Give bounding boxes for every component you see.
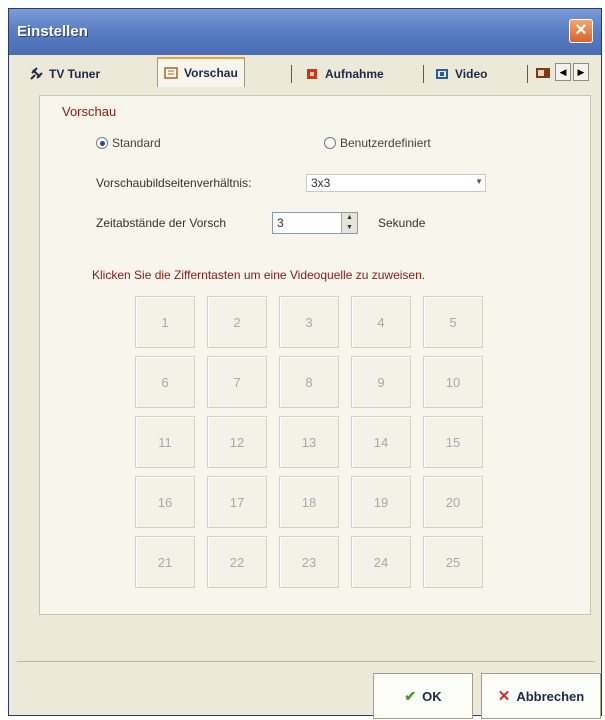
tab-strip: TV Tuner Vorschau Aufnahme Video ◀ ▶ [17,57,601,87]
arrow-left-icon: ◀ [559,67,567,77]
radio-dot [96,137,108,149]
section-title: Vorschau [62,104,117,119]
grid-cell-button[interactable]: 6 [135,356,195,408]
tab-vorschau[interactable]: Vorschau [157,57,245,87]
grid-cell-button[interactable]: 20 [423,476,483,528]
grid-cell-button[interactable]: 13 [279,416,339,468]
arrow-right-icon: ▶ [577,67,585,77]
interval-unit: Sekunde [378,216,426,230]
tab-tv-tuner[interactable]: TV Tuner [23,61,106,87]
preview-icon [164,67,178,79]
grid-cell-button[interactable]: 17 [207,476,267,528]
grid-cell-button[interactable]: 18 [279,476,339,528]
close-icon: ✕ [574,22,588,39]
tab-divider [423,65,424,83]
radio-label: Standard [112,136,161,150]
grid-cell-button[interactable]: 12 [207,416,267,468]
grid-cell-button[interactable]: 4 [351,296,411,348]
interval-label: Zeitabstände der Vorsch [96,216,227,230]
grid-cell-button[interactable]: 8 [279,356,339,408]
grid-cell-button[interactable]: 10 [423,356,483,408]
tab-divider [527,65,528,83]
video-icon [436,69,448,79]
cancel-label: Abbrechen [516,688,585,704]
grid-cell-button[interactable]: 5 [423,296,483,348]
tab-label: Video [455,67,488,81]
grid-cell-button[interactable]: 7 [207,356,267,408]
divider [17,661,595,662]
spinner-buttons[interactable]: ▲ ▼ [341,213,357,233]
grid-cell-button[interactable]: 9 [351,356,411,408]
grid-cell-button[interactable]: 22 [207,536,267,588]
chevron-down-icon: ▼ [475,177,483,186]
satellite-icon [30,67,43,80]
radio-custom[interactable]: Benutzerdefiniert [324,136,431,150]
tab-label: Aufnahme [325,67,384,81]
ratio-combobox[interactable]: 3x3 ▼ [306,174,486,192]
checkmark-icon: ✔ [404,687,417,704]
ok-label: OK [422,688,442,704]
window-title: Einstellen [17,23,88,40]
grid-cell-button[interactable]: 15 [423,416,483,468]
close-icon: ✕ [497,688,511,705]
grid-cell-button[interactable]: 14 [351,416,411,468]
arrow-up-icon: ▲ [346,214,353,221]
tab-scroll-left-button[interactable]: ◀ [555,63,571,81]
tab-divider [291,65,292,83]
ok-button[interactable]: ✔ OK [373,673,473,719]
grid-cell-button[interactable]: 3 [279,296,339,348]
grid-cell-button[interactable]: 2 [207,296,267,348]
source-grid: 1 2 3 4 5 6 7 8 9 10 11 12 13 14 15 16 17 18 19 20 21 22 23 24 2… [135,296,485,596]
grid-cell-button[interactable]: 16 [135,476,195,528]
assign-hint: Klicken Sie die Zifferntasten um eine Vi… [92,268,426,282]
arrow-down-icon: ▼ [346,224,353,231]
tab-scroll-right-button[interactable]: ▶ [573,63,589,81]
grid-cell-button[interactable]: 23 [279,536,339,588]
tab-label: TV Tuner [49,67,101,81]
more-tabs-icon [536,68,550,78]
ratio-label: Vorschaubildseitenverhältnis: [96,176,252,190]
close-button[interactable]: ✕ [569,19,593,43]
cancel-button[interactable]: ✕ Abbrechen [481,673,601,719]
title-bar: Einstellen ✕ [9,9,601,55]
grid-cell-button[interactable]: 25 [423,536,483,588]
grid-cell-button[interactable]: 19 [351,476,411,528]
radio-dot [324,137,336,149]
radio-label: Benutzerdefiniert [340,136,431,150]
interval-spinner[interactable]: 3 ▲ ▼ [272,212,358,234]
grid-cell-button[interactable]: 21 [135,536,195,588]
grid-cell-button[interactable]: 1 [135,296,195,348]
ratio-value: 3x3 [311,176,331,190]
radio-standard[interactable]: Standard [96,136,161,150]
grid-cell-button[interactable]: 11 [135,416,195,468]
grid-cell-button[interactable]: 24 [351,536,411,588]
preview-panel: Vorschau Standard Benutzerdefiniert Vors… [39,95,591,615]
record-icon [307,69,317,79]
interval-value: 3 [277,216,284,230]
tab-aufnahme[interactable]: Aufnahme [299,61,390,87]
tab-label: Vorschau [184,66,238,80]
tab-video[interactable]: Video [429,61,493,87]
settings-dialog: Einstellen ✕ TV Tuner Vorschau Aufnahme … [8,8,602,719]
